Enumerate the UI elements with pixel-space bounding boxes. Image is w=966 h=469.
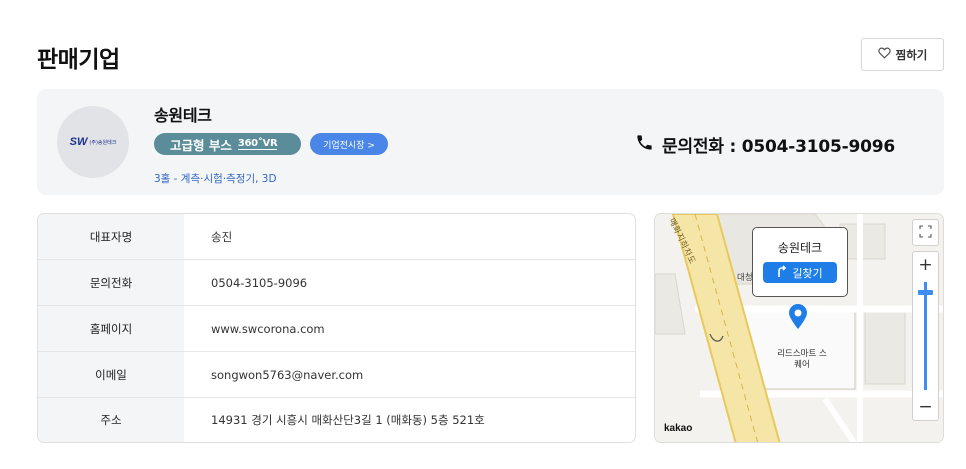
- zoom-rail: [924, 282, 927, 390]
- vr-badge: 360˚VR: [237, 138, 278, 150]
- company-card: SW (주)송원테크 송원테크 고급형 부스 360˚VR 기업전시장 > 3홀…: [37, 89, 944, 195]
- company-logo: SW (주)송원테크: [57, 106, 129, 178]
- place-label: 리드스마트 스퀘어: [777, 349, 827, 370]
- heart-outline-icon: [877, 47, 891, 62]
- row-label: 대표자명: [38, 214, 184, 259]
- route-icon: [777, 265, 787, 280]
- wishlist-label: 찜하기: [895, 47, 928, 62]
- row-value: 송진: [211, 229, 233, 244]
- phone-contact: 문의전화 : 0504-3105-9096: [635, 132, 895, 157]
- row-value: 14931 경기 시흥시 매화산단3길 1 (매화동) 5층 521호: [211, 413, 485, 427]
- row-label: 주소: [38, 398, 184, 442]
- map-info-popup: 송원테크 길찾기: [752, 227, 848, 297]
- row-value: songwon5763@naver.com: [211, 367, 364, 382]
- booth-info: 3홀 - 계측·시험·측정기, 3D: [154, 173, 277, 185]
- premium-badge-label: 고급형 부스: [170, 137, 232, 153]
- table-row: 문의전화 0504-3105-9096: [38, 260, 635, 306]
- row-label: 홈페이지: [38, 306, 184, 351]
- company-name: 송원테크: [154, 106, 212, 125]
- row-label: 이메일: [38, 352, 184, 397]
- row-label: 문의전화: [38, 260, 184, 305]
- popup-company-name: 송원테크: [777, 241, 823, 255]
- location-pin-icon[interactable]: [788, 304, 808, 330]
- logo-subtext: (주)송원테크: [89, 139, 117, 146]
- phone-icon: [635, 133, 654, 157]
- company-info-table: 대표자명 송진 문의전화 0504-3105-9096 홈페이지 www.swc…: [37, 213, 636, 443]
- fullscreen-button[interactable]: [912, 219, 939, 246]
- zoom-out-button[interactable]: −: [912, 394, 939, 420]
- logo-text: SW: [69, 136, 88, 148]
- location-map[interactable]: 매화지하차도 대청 송원테크 길찾기 리드스마트 스퀘어 kakao + −: [654, 213, 944, 443]
- showroom-button[interactable]: 기업전시장 >: [310, 133, 388, 155]
- kakao-logo: kakao: [664, 423, 693, 434]
- zoom-control: + −: [912, 251, 939, 421]
- premium-booth-badge: 고급형 부스 360˚VR: [154, 133, 301, 155]
- fullscreen-icon: [919, 223, 932, 242]
- wishlist-button[interactable]: 찜하기: [861, 38, 944, 71]
- row-value: 0504-3105-9096: [211, 275, 308, 290]
- table-row: 홈페이지 www.swcorona.com: [38, 306, 635, 352]
- phone-label: 문의전화 : 0504-3105-9096: [662, 137, 896, 157]
- table-row: 대표자명 송진: [38, 214, 635, 260]
- homepage-link[interactable]: www.swcorona.com: [184, 306, 635, 351]
- table-row: 이메일 songwon5763@naver.com: [38, 352, 635, 398]
- zoom-slider[interactable]: [912, 278, 939, 394]
- directions-label: 길찾기: [792, 266, 823, 280]
- building-label-partial: 대청: [737, 273, 753, 283]
- zoom-in-button[interactable]: +: [912, 252, 939, 278]
- table-row: 주소 14931 경기 시흥시 매화산단3길 1 (매화동) 5층 521호: [38, 398, 635, 442]
- directions-button[interactable]: 길찾기: [763, 262, 837, 283]
- page-title: 판매기업: [37, 47, 120, 73]
- zoom-handle[interactable]: [918, 290, 933, 295]
